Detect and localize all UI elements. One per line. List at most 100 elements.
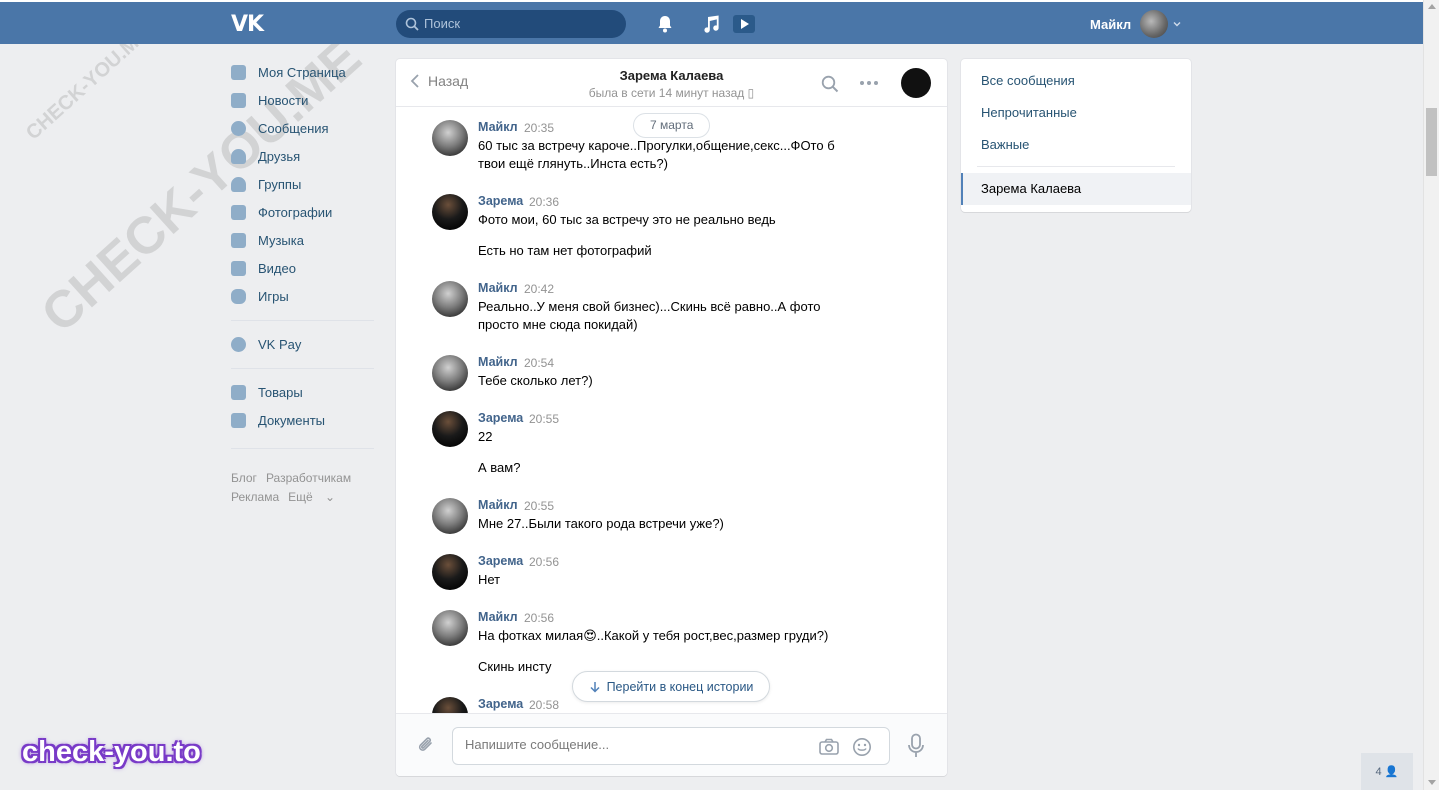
message-time[interactable]: 20:42	[524, 282, 554, 296]
music-note-icon[interactable]	[700, 13, 722, 35]
message-text: Реально..У меня свой бизнес)...Скинь всё…	[478, 299, 821, 332]
avatar[interactable]	[432, 355, 468, 391]
menu-label: Новости	[258, 92, 309, 108]
footer-ads-link[interactable]: Реклама	[231, 490, 279, 504]
active-dialog-item[interactable]: Зарема Калаева	[961, 173, 1191, 205]
menu-item-market[interactable]: Товары	[231, 378, 381, 406]
message-author[interactable]: Зарема	[478, 194, 523, 208]
message-time[interactable]: 20:55	[524, 499, 554, 513]
menu-label: VK Pay	[258, 336, 302, 352]
message-input-box[interactable]	[452, 727, 890, 765]
menu-divider	[231, 320, 374, 321]
footer-more-link[interactable]: Ещё ⌄	[288, 490, 344, 504]
message-author[interactable]: Майкл	[478, 498, 518, 512]
menu-item-photos[interactable]: Фотографии	[231, 198, 381, 226]
scroll-thumb[interactable]	[1426, 108, 1437, 176]
message-time[interactable]: 20:55	[529, 412, 559, 426]
paperclip-icon[interactable]	[416, 734, 436, 756]
filter-all-messages[interactable]: Все сообщения	[981, 73, 1075, 88]
play-icon[interactable]	[732, 13, 756, 35]
menu-item-messages[interactable]: Сообщения	[231, 114, 381, 142]
message-text: Тебе сколько лет?)	[478, 373, 593, 388]
menu-label: Документы	[258, 412, 326, 428]
menu-item-video[interactable]: Видео	[231, 254, 381, 282]
bell-icon[interactable]	[654, 13, 676, 35]
peer-status: была в сети 14 минут назад ▯	[396, 86, 947, 100]
message-author[interactable]: Зарема	[478, 411, 523, 425]
message-author[interactable]: Майкл	[478, 281, 518, 295]
message-text: Скинь инсту	[478, 659, 552, 674]
menu-item-music[interactable]: Музыка	[231, 226, 381, 254]
vk-logo[interactable]: VK	[231, 12, 265, 37]
menu-item-friends[interactable]: Друзья	[231, 142, 381, 170]
menu-item-my-page[interactable]: Моя Страница	[231, 58, 381, 86]
footer-more-label: Ещё	[288, 490, 313, 504]
documents-icon	[231, 412, 246, 428]
online-friends-button[interactable]: 4 👤	[1361, 753, 1413, 790]
search-icon[interactable]	[821, 75, 839, 93]
message-author[interactable]: Зарема	[478, 697, 523, 711]
more-icon[interactable]	[859, 80, 879, 86]
menu-divider	[231, 368, 374, 369]
jump-to-end-button[interactable]: Перейти в конец истории	[572, 671, 770, 702]
photos-icon	[231, 204, 246, 220]
chat-header: Назад Зарема Калаева была в сети 14 мину…	[396, 59, 947, 107]
groups-icon	[231, 176, 246, 192]
avatar[interactable]	[432, 281, 468, 317]
camera-icon[interactable]	[818, 737, 840, 757]
date-divider: 7 марта	[633, 113, 711, 138]
avatar[interactable]	[432, 194, 468, 230]
left-menu: Моя Страница Новости Сообщения Друзья Гр…	[231, 58, 381, 458]
message-author[interactable]: Майкл	[478, 610, 518, 624]
message-time[interactable]: 20:54	[524, 356, 554, 370]
avatar[interactable]	[432, 554, 468, 590]
arrow-down-icon	[590, 681, 600, 693]
market-icon	[231, 384, 246, 400]
menu-label: Моя Страница	[258, 64, 346, 80]
menu-item-games[interactable]: Игры	[231, 282, 381, 310]
scroll-down-arrow-icon[interactable]	[1428, 780, 1436, 786]
message-time[interactable]: 20:58	[529, 698, 559, 712]
menu-item-groups[interactable]: Группы	[231, 170, 381, 198]
message-time[interactable]: 20:36	[529, 195, 559, 209]
footer-links: Блог Разработчикам Реклама Ещё ⌄	[231, 469, 381, 507]
message-author[interactable]: Майкл	[478, 120, 518, 134]
search-icon	[405, 17, 419, 31]
menu-item-news[interactable]: Новости	[231, 86, 381, 114]
message-author[interactable]: Майкл	[478, 355, 518, 369]
avatar[interactable]	[432, 498, 468, 534]
filter-unread[interactable]: Непрочитанные	[981, 105, 1077, 120]
message-text: Нет	[478, 572, 501, 587]
avatar[interactable]	[432, 120, 468, 156]
avatar[interactable]	[432, 411, 468, 447]
peer-status-text: была в сети 14 минут назад	[588, 86, 745, 100]
microphone-icon[interactable]	[907, 733, 925, 759]
search-box[interactable]: Поиск	[396, 10, 626, 38]
footer-blog-link[interactable]: Блог	[231, 471, 257, 485]
menu-item-vkpay[interactable]: VK Pay	[231, 330, 381, 358]
page-scrollbar[interactable]	[1423, 0, 1439, 790]
side-divider	[977, 166, 1175, 167]
user-icon: 👤	[1384, 766, 1399, 778]
jump-to-end-label: Перейти в конец истории	[606, 679, 754, 694]
footer-dev-link[interactable]: Разработчикам	[266, 471, 351, 485]
message-input[interactable]	[465, 737, 805, 752]
menu-item-documents[interactable]: Документы	[231, 406, 381, 434]
avatar[interactable]	[432, 610, 468, 646]
peer-avatar[interactable]	[901, 68, 931, 98]
message-author[interactable]: Зарема	[478, 554, 523, 568]
mobile-icon: ▯	[747, 86, 755, 100]
message-time[interactable]: 20:56	[529, 555, 559, 569]
message-text: Фото мои, 60 тыс за встречу это не реаль…	[478, 212, 776, 227]
user-name: Майкл	[1090, 16, 1132, 32]
filter-important[interactable]: Важные	[981, 137, 1029, 152]
scroll-up-arrow-icon[interactable]	[1428, 3, 1436, 9]
menu-label: Музыка	[258, 232, 304, 248]
message-time[interactable]: 20:35	[524, 121, 554, 135]
message-time[interactable]: 20:56	[524, 611, 554, 625]
menu-label: Игры	[258, 288, 289, 304]
user-menu[interactable]: Майкл	[1090, 10, 1182, 38]
menu-label: Сообщения	[258, 120, 329, 136]
user-avatar	[1140, 10, 1169, 38]
emoji-icon[interactable]	[852, 737, 872, 757]
